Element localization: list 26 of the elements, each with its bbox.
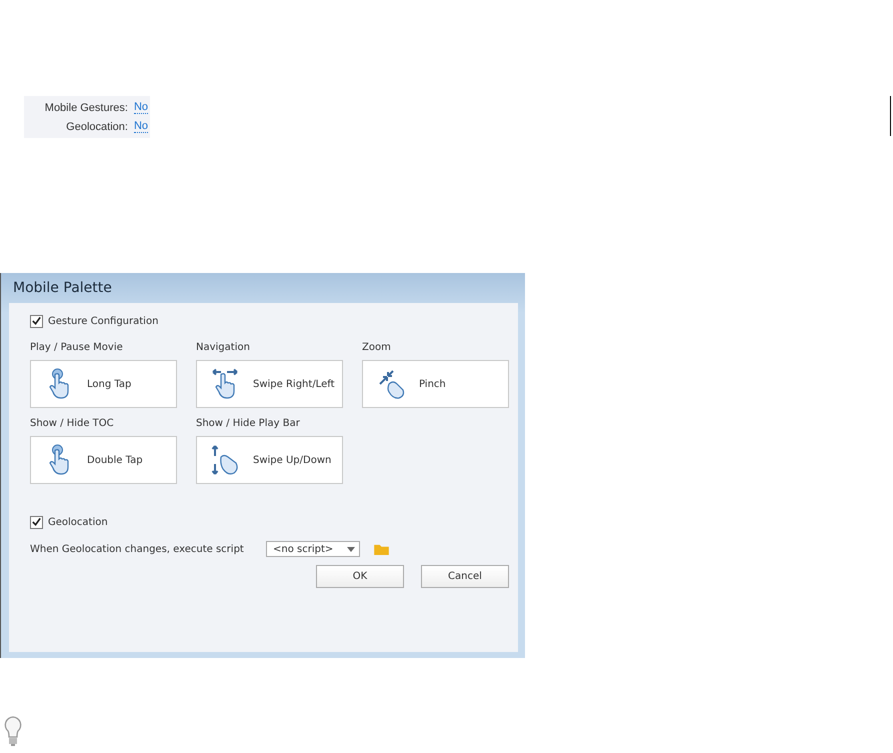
dialog-button[interactable]: OK [316, 565, 404, 588]
gesture-label: Zoom [362, 342, 392, 355]
gesture-label: Show / Hide Play Bar [196, 418, 301, 431]
gesture-label: Play / Pause Movie [30, 342, 124, 355]
dialog-button[interactable]: Cancel [421, 565, 509, 588]
gesture-button[interactable]: Swipe Right/Left [196, 360, 343, 408]
gesture-label: Show / Hide TOC [30, 418, 115, 431]
gesture-button[interactable]: Pinch [362, 360, 509, 408]
checkbox-label: Geolocation [48, 516, 108, 528]
gesture-button[interactable]: Double Tap [30, 436, 177, 484]
checkbox[interactable] [30, 516, 43, 528]
script-label: When Geolocation changes, execute script [30, 544, 245, 554]
lightbulb-icon [4, 716, 22, 748]
checkbox[interactable] [30, 314, 43, 328]
gesture-label: Navigation [196, 342, 251, 355]
caret-icon [347, 546, 355, 552]
summary-link[interactable]: No [134, 120, 148, 133]
script-dropdown[interactable]: <no script> [266, 541, 360, 557]
summary-label: Mobile Gestures: [44, 102, 128, 114]
summary-link[interactable]: No [134, 101, 148, 114]
window-title: Mobile Palette [12, 279, 113, 298]
checkbox-label: Gesture Configuration [48, 316, 158, 326]
summary-label: Geolocation: [66, 120, 128, 132]
pinch-gesture-icon [377, 368, 407, 400]
gesture-button[interactable]: Swipe Up/Down [196, 436, 343, 484]
gesture-button[interactable]: Long Tap [30, 360, 177, 408]
